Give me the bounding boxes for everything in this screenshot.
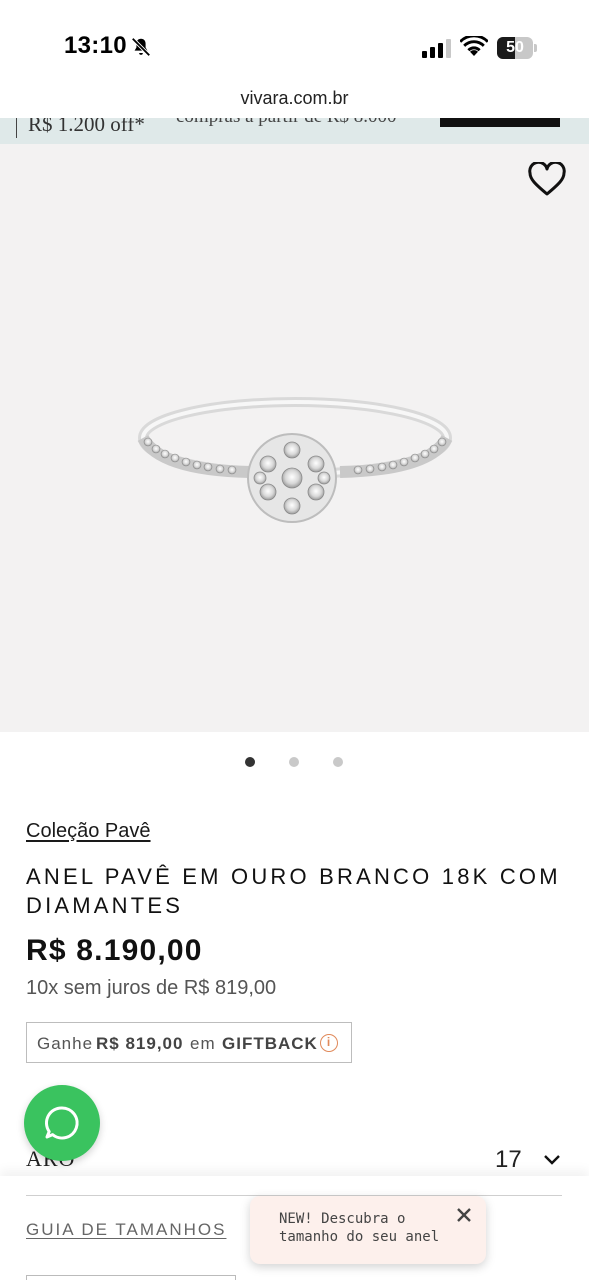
giftback-label: GIFTBACK	[222, 1034, 318, 1053]
size-tooltip: NEW! Descubra o tamanho do seu anel	[250, 1196, 486, 1264]
size-value[interactable]: 17	[495, 1146, 522, 1174]
chevron-down-icon[interactable]	[542, 1153, 562, 1167]
gallery-dot[interactable]	[289, 757, 299, 767]
whatsapp-button[interactable]	[24, 1085, 100, 1161]
promo-discount: R$ 1.200 off*	[28, 118, 145, 136]
promo-banner[interactable]: R$ 1.200 off* compras a partir de R$ 8.0…	[0, 118, 589, 144]
giftback-middle: em	[190, 1034, 216, 1053]
giftback-prefix: Ganhe	[37, 1034, 94, 1053]
tooltip-message: NEW! Descubra o tamanho do seu anel	[279, 1211, 440, 1245]
collection-link[interactable]: Coleção Pavê	[26, 820, 151, 843]
product-title: ANEL PAVÊ EM OURO BRANCO 18K COM DIAMANT…	[26, 864, 561, 918]
promo-button[interactable]	[440, 118, 560, 127]
battery-icon: 50	[497, 37, 537, 59]
heart-icon[interactable]	[527, 162, 567, 198]
giftback-badge: Ganhe R$ 819,00 em GIFTBACK i	[26, 1022, 352, 1063]
product-image	[137, 397, 453, 523]
status-bar: 13:10 50	[0, 0, 589, 84]
whatsapp-icon	[44, 1106, 79, 1140]
giftback-amount: R$ 819,00	[96, 1034, 184, 1053]
gallery-dot[interactable]	[245, 757, 255, 767]
product-price: R$ 8.190,00	[26, 934, 203, 967]
size-guide-link[interactable]: GUIA DE TAMANHOS	[26, 1220, 226, 1240]
signal-icon	[422, 39, 451, 58]
status-time: 13:10	[64, 32, 127, 59]
gallery-pagination[interactable]	[0, 752, 589, 772]
installments-text: 10x sem juros de R$ 819,00	[26, 977, 277, 999]
add-to-cart-button[interactable]	[26, 1275, 236, 1280]
gallery-dot[interactable]	[333, 757, 343, 767]
close-icon[interactable]	[455, 1206, 473, 1224]
bell-slash-icon	[131, 37, 151, 57]
info-icon[interactable]: i	[320, 1034, 338, 1052]
battery-level: 50	[506, 39, 524, 56]
wifi-icon	[460, 36, 488, 56]
browser-url[interactable]: vivara.com.br	[0, 88, 589, 109]
promo-condition: compras a partir de R$ 8.000	[176, 118, 397, 128]
